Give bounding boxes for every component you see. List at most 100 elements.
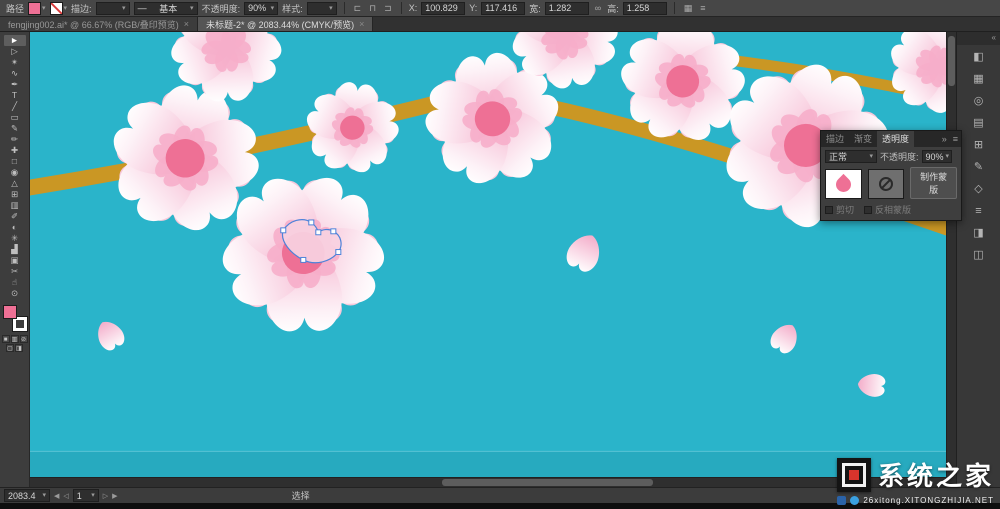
brush-stroke-icon: — — [138, 3, 147, 13]
stroke-weight-input[interactable]: ▾ — [96, 2, 130, 15]
height-input[interactable]: 1.258 — [623, 2, 667, 15]
blend-tool[interactable]: ◐ — [4, 222, 26, 233]
social-icon-2 — [850, 496, 859, 505]
vertical-scrollbar-thumb[interactable] — [948, 36, 955, 86]
width-tool[interactable]: ✚ — [4, 145, 26, 156]
selection-tool[interactable]: ► — [4, 35, 26, 46]
watermark: 系统之家 26xitong.XITONGZHIJIA.NET — [837, 456, 994, 505]
horizontal-scrollbar-thumb[interactable] — [442, 479, 653, 486]
gradient-mode-icon[interactable]: ▥ — [11, 335, 19, 343]
direct-selection-tool[interactable]: ▷ — [4, 46, 26, 57]
type-tool[interactable]: T — [4, 90, 26, 101]
none-mode-icon[interactable]: ⊘ — [20, 335, 28, 343]
tab-stroke[interactable]: 描边 — [821, 131, 849, 147]
align-right-icon[interactable]: ⊐ — [382, 3, 394, 14]
column-graph-tool[interactable]: ▟ — [4, 244, 26, 255]
dock-collapse[interactable]: « — [957, 32, 1000, 45]
object-thumbnail[interactable] — [825, 169, 862, 199]
blend-mode-select[interactable]: 正常 ▾ — [825, 150, 877, 163]
next-artboard-icon[interactable]: ▷ — [103, 492, 108, 500]
align-panel-icon[interactable]: ◫ — [967, 246, 991, 265]
appearance-panel-icon[interactable]: ◎ — [967, 92, 991, 111]
symbols-panel-icon[interactable]: ◇ — [967, 180, 991, 199]
workspace-icon[interactable]: ▦ — [682, 3, 695, 14]
free-transform-tool[interactable]: □ — [4, 156, 26, 167]
tab-gradient[interactable]: 渐变 — [849, 131, 877, 147]
last-artboard-icon[interactable]: ▶ — [112, 492, 117, 500]
perspective-grid-tool[interactable]: △ — [4, 178, 26, 189]
magic-wand-tool[interactable]: ✴ — [4, 57, 26, 68]
width-input[interactable]: 1.282 — [545, 2, 589, 15]
document-tab-fengjing002[interactable]: fengjing002.ai* @ 66.67% (RGB/叠印预览) × — [0, 17, 198, 31]
mesh-tool[interactable]: ⊞ — [4, 189, 26, 200]
canvas[interactable] — [30, 32, 946, 477]
stroke-color-control[interactable]: ▾ — [50, 2, 68, 15]
layers-panel-icon[interactable]: ▤ — [967, 114, 991, 133]
hand-tool[interactable]: ☝ — [4, 277, 26, 288]
document-tab-untitled2[interactable]: 未标题-2* @ 2083.44% (CMYK/预览) × — [198, 17, 373, 31]
x-input[interactable]: 100.829 — [421, 2, 465, 15]
invert-mask-checkbox[interactable]: 反相蒙版 — [864, 203, 911, 216]
chevron-down-icon: ▾ — [64, 5, 68, 12]
style-select[interactable]: ▾ — [307, 2, 337, 15]
brush-definition-value: 基本 — [159, 2, 177, 15]
gradient-panel-icon[interactable]: ◨ — [967, 224, 991, 243]
close-icon[interactable]: × — [359, 19, 364, 29]
pen-tool[interactable]: ✒ — [4, 79, 26, 90]
fill-swatch-toolbar[interactable] — [3, 305, 17, 319]
make-mask-button[interactable]: 制作蒙版 — [910, 167, 957, 199]
prev-artboard-icon[interactable]: ◁ — [63, 492, 68, 500]
color-mode-icon[interactable]: ■ — [2, 335, 10, 343]
tab-transparency[interactable]: 透明度 — [877, 131, 914, 147]
panel-opacity-input[interactable]: 90% ▾ — [922, 150, 952, 163]
color-panel-icon[interactable]: ◧ — [967, 48, 991, 67]
align-center-icon[interactable]: ⊓ — [367, 3, 378, 14]
panel-menu-icon[interactable]: ≡ — [950, 131, 961, 147]
paintbrush-tool[interactable]: ✎ — [4, 123, 26, 134]
zoom-tool[interactable]: ⊙ — [4, 288, 26, 299]
constrain-proportions-icon[interactable]: ∞ — [593, 3, 603, 13]
slice-tool[interactable]: ✂ — [4, 266, 26, 277]
height-value: 1.258 — [627, 3, 650, 13]
horizontal-scrollbar[interactable] — [30, 477, 946, 487]
zoom-level-select[interactable]: 2083.4 ▾ — [4, 489, 50, 502]
screen-mode-icon[interactable]: ◨ — [15, 344, 23, 352]
collapse-panel-icon[interactable]: » — [939, 131, 950, 147]
gradient-tool[interactable]: ▥ — [4, 200, 26, 211]
eyedropper-tool[interactable]: ✐ — [4, 211, 26, 222]
artboard-tool[interactable]: ▣ — [4, 255, 26, 266]
fill-color-control[interactable]: ▾ — [28, 2, 46, 15]
symbol-sprayer-tool[interactable]: ✳ — [4, 233, 26, 244]
expand-panels-icon: « — [992, 33, 996, 42]
vertical-scrollbar[interactable] — [946, 32, 956, 477]
draw-mode-icon[interactable]: ▢ — [6, 344, 14, 352]
mask-thumbnail[interactable] — [868, 169, 905, 199]
clip-checkbox[interactable]: 剪切 — [825, 203, 854, 216]
chevron-down-icon: ▾ — [329, 5, 333, 12]
y-input[interactable]: 117.416 — [481, 2, 525, 15]
rectangle-tool[interactable]: ▭ — [4, 112, 26, 123]
line-segment-tool[interactable]: ╱ — [4, 101, 26, 112]
chevron-down-icon: ▾ — [42, 5, 46, 12]
lasso-tool[interactable]: ∿ — [4, 68, 26, 79]
opacity-input[interactable]: 90% ▾ — [244, 2, 278, 15]
chevron-down-icon: ▾ — [42, 492, 46, 499]
shape-builder-tool[interactable]: ◉ — [4, 167, 26, 178]
y-label: Y: — [469, 3, 477, 13]
tools-panel: ►▷✴∿✒T╱▭✎✏✚□◉△⊞▥✐◐✳▟▣✂☝⊙ ■▥⊘▢◨ — [0, 32, 30, 487]
stroke-swatch-toolbar[interactable] — [13, 317, 27, 331]
brush-definition-select[interactable]: — 基本 ▾ — [134, 2, 198, 15]
fill-swatch[interactable] — [28, 2, 41, 15]
swatches-panel-icon[interactable]: ⊞ — [967, 136, 991, 155]
stroke-swatch[interactable] — [50, 2, 63, 15]
artboard-select[interactable]: 1 ▾ — [73, 489, 99, 502]
panel-menu-icon[interactable]: ≡ — [698, 3, 707, 13]
first-artboard-icon[interactable]: ◀ — [54, 492, 59, 500]
close-icon[interactable]: × — [184, 19, 189, 29]
transparency-panel-body: 正常 ▾ 不透明度: 90% ▾ 制作蒙版 — [821, 147, 961, 220]
stroke-panel-icon[interactable]: ≡ — [967, 202, 991, 221]
pencil-tool[interactable]: ✏ — [4, 134, 26, 145]
color-guide-panel-icon[interactable]: ▦ — [967, 70, 991, 89]
brushes-panel-icon[interactable]: ✎ — [967, 158, 991, 177]
align-left-icon[interactable]: ⊏ — [352, 3, 364, 14]
